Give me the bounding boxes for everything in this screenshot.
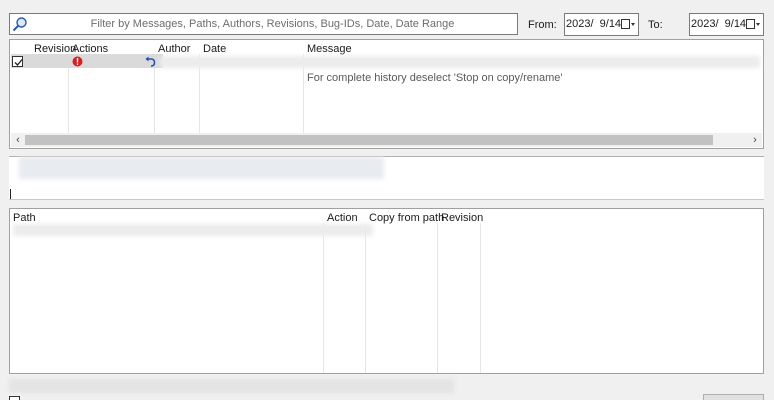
revert-icon: [145, 56, 156, 67]
filter-field[interactable]: [9, 13, 518, 35]
calendar-dropdown-icon[interactable]: [621, 19, 635, 30]
from-date-picker[interactable]: 2023/ 9/14: [564, 13, 639, 36]
calendar-dropdown-icon[interactable]: [746, 19, 760, 30]
redacted-message-content: [19, 157, 384, 179]
chevron-left-icon[interactable]: ‹: [11, 133, 25, 147]
checkmark-icon: [14, 59, 23, 66]
redacted-status-text: [9, 379, 454, 393]
to-date-picker[interactable]: 2023/ 9/14: [689, 13, 764, 36]
column-header-action[interactable]: Action: [327, 212, 358, 224]
horizontal-scrollbar[interactable]: ‹ ›: [11, 133, 762, 147]
log-message-pane[interactable]: [9, 156, 764, 200]
history-info-message: For complete history deselect 'Stop on c…: [307, 72, 563, 84]
text-caret: [10, 189, 11, 199]
error-icon: [72, 56, 83, 67]
chevron-right-icon[interactable]: ›: [748, 133, 762, 147]
from-date-value: 2023/ 9/14: [566, 18, 622, 30]
row-checkbox[interactable]: [12, 56, 23, 67]
changed-paths-list[interactable]: Path Action Copy from path Revision: [9, 208, 764, 374]
redacted-path-row: [13, 224, 373, 236]
search-icon[interactable]: [12, 16, 28, 32]
column-header-date[interactable]: Date: [203, 43, 226, 55]
filter-input[interactable]: [30, 15, 515, 33]
to-date-value: 2023/ 9/14: [691, 18, 747, 30]
to-label: To:: [648, 19, 663, 31]
log-row-selected[interactable]: [11, 54, 163, 68]
column-header-revision[interactable]: Revision: [441, 212, 483, 224]
redacted-row-content: [160, 56, 760, 68]
column-header-path[interactable]: Path: [13, 212, 36, 224]
scrollbar-thumb[interactable]: [25, 135, 713, 145]
ok-button[interactable]: [703, 394, 764, 400]
column-header-message[interactable]: Message: [307, 43, 352, 55]
from-label: From:: [528, 19, 557, 31]
log-list[interactable]: Revision Actions Author Date Message For…: [9, 39, 764, 149]
column-header-copy-from-path[interactable]: Copy from path: [369, 212, 444, 224]
column-divider: [365, 223, 366, 373]
column-divider: [323, 223, 324, 373]
column-divider: [437, 223, 438, 373]
stop-on-copy-checkbox[interactable]: [9, 396, 20, 400]
column-divider: [480, 223, 481, 373]
